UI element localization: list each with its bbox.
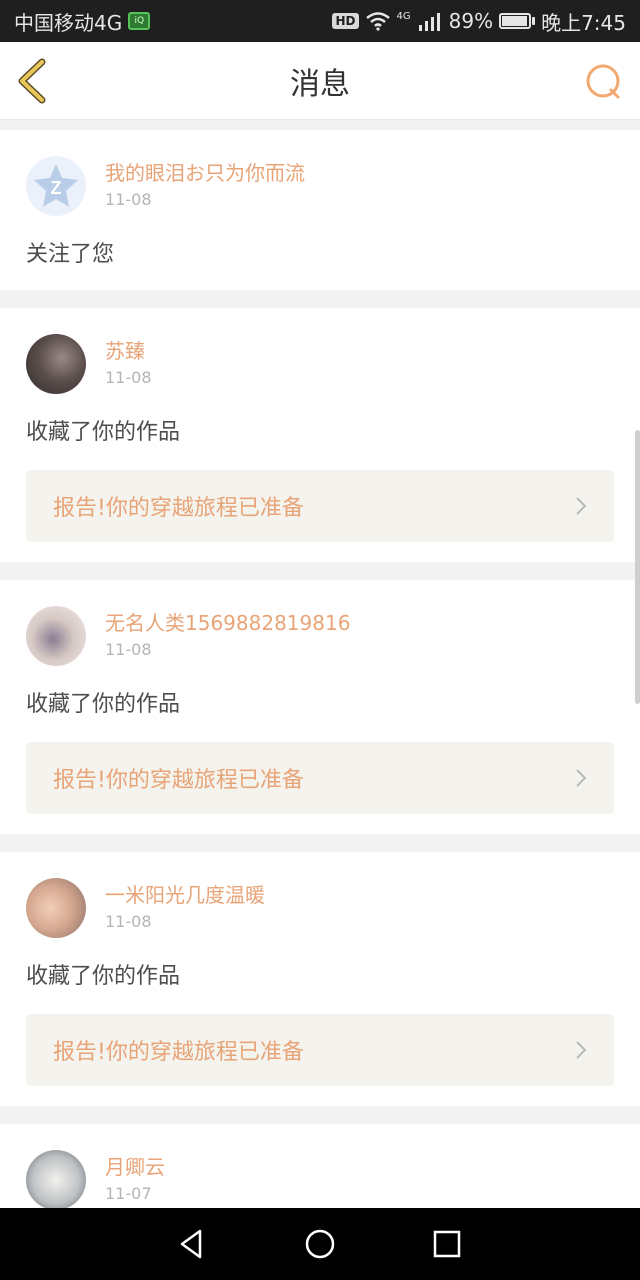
chevron-right-icon — [576, 497, 587, 515]
message-list[interactable]: Z 我的眼泪お只为你而流 11-08 关注了您 苏臻 11-08 收藏了你的作品 — [0, 130, 640, 1208]
triangle-back-icon[interactable] — [176, 1227, 210, 1261]
system-nav-bar — [0, 1208, 640, 1280]
status-left: 中国移动4G iQ — [14, 7, 151, 36]
message-date: 11-08 — [105, 640, 152, 659]
username[interactable]: 我的眼泪お只为你而流 — [105, 160, 305, 186]
message-card[interactable]: 一米阳光几度温暖 11-08 收藏了你的作品 报告!你的穿越旅程已准备 — [0, 852, 640, 1106]
avatar[interactable] — [26, 878, 86, 938]
report-text: 报告!你的穿越旅程已准备 — [53, 1040, 304, 1065]
username[interactable]: 月卿云 — [105, 1154, 165, 1180]
report-text: 报告!你的穿越旅程已准备 — [53, 768, 304, 793]
signal-icon — [418, 13, 440, 31]
back-button[interactable] — [14, 58, 54, 104]
battery-icon — [499, 13, 536, 29]
message-date: 11-08 — [105, 912, 152, 931]
circle-home-icon[interactable] — [303, 1227, 337, 1261]
message-action: 收藏了你的作品 — [26, 964, 181, 989]
message-date: 11-07 — [105, 1184, 152, 1203]
network-type-label: 4G — [396, 10, 411, 22]
message-card[interactable]: Z 我的眼泪お只为你而流 11-08 关注了您 — [0, 130, 640, 290]
username[interactable]: 无名人类1569882819816 — [105, 610, 350, 636]
avatar[interactable] — [26, 1150, 86, 1208]
report-text: 报告!你的穿越旅程已准备 — [53, 496, 304, 521]
search-icon[interactable] — [584, 62, 624, 102]
page-title: 消息 — [290, 66, 350, 102]
report-link[interactable]: 报告!你的穿越旅程已准备 — [26, 1014, 614, 1086]
default-avatar-icon: Z — [34, 164, 78, 207]
message-action: 关注了您 — [26, 242, 115, 267]
report-link[interactable]: 报告!你的穿越旅程已准备 — [26, 470, 614, 542]
message-action: 收藏了你的作品 — [26, 692, 181, 717]
avatar[interactable] — [26, 606, 86, 666]
battery-percent: 89% — [448, 9, 494, 33]
status-bar: 中国移动4G iQ HD 4G 89% 晚上7:45 — [0, 0, 640, 42]
top-header: 消息 — [0, 42, 640, 120]
app-notification-icon: iQ — [128, 12, 151, 30]
square-recent-icon[interactable] — [430, 1227, 464, 1261]
message-card[interactable]: 月卿云 11-07 — [0, 1124, 640, 1208]
message-card[interactable]: 无名人类1569882819816 11-08 收藏了你的作品 报告!你的穿越旅… — [0, 580, 640, 834]
chevron-right-icon — [576, 1041, 587, 1059]
scrollbar[interactable] — [635, 430, 640, 704]
carrier-label: 中国移动4G — [14, 10, 123, 35]
chevron-right-icon — [576, 769, 587, 787]
message-date: 11-08 — [105, 190, 152, 209]
status-right: HD 4G 89% 晚上7:45 — [332, 7, 626, 36]
message-date: 11-08 — [105, 368, 152, 387]
avatar[interactable]: Z — [26, 156, 86, 216]
app-root: 中国移动4G iQ HD 4G 89% 晚上7:45 消息 Z 我的眼泪お只为你… — [0, 0, 640, 1280]
username[interactable]: 一米阳光几度温暖 — [105, 882, 265, 908]
wifi-icon — [365, 12, 390, 31]
report-link[interactable]: 报告!你的穿越旅程已准备 — [26, 742, 614, 814]
message-card[interactable]: 苏臻 11-08 收藏了你的作品 报告!你的穿越旅程已准备 — [0, 308, 640, 562]
message-action: 收藏了你的作品 — [26, 420, 181, 445]
avatar[interactable] — [26, 334, 86, 394]
clock: 晚上7:45 — [541, 10, 626, 35]
username[interactable]: 苏臻 — [105, 338, 152, 364]
hd-badge: HD — [332, 13, 359, 29]
svg-text:Z: Z — [51, 178, 62, 198]
